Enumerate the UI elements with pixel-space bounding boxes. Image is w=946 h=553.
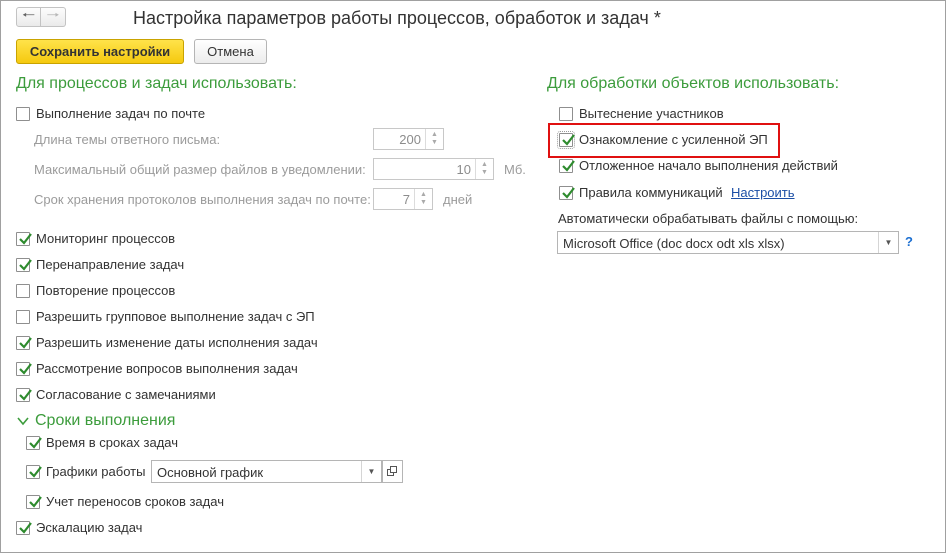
- cancel-button[interactable]: Отмена: [194, 39, 267, 64]
- checkmark-icon: [19, 363, 32, 375]
- open-schedule-button[interactable]: [382, 460, 403, 483]
- checkmark-icon: [19, 522, 32, 534]
- option-label: Разрешить групповое выполнение задач с Э…: [36, 309, 315, 324]
- checkmark-icon: [29, 437, 42, 449]
- auto-files-select-value: Microsoft Office (doc docx odt xls xlsx): [563, 236, 785, 251]
- communication-rules-checkbox[interactable]: [559, 186, 575, 200]
- chevron-down-icon[interactable]: [16, 414, 30, 428]
- checkmark-icon: [562, 160, 575, 172]
- spin-arrows-icon[interactable]: ▲ ▼: [475, 159, 493, 179]
- checkmark-icon: [19, 337, 32, 349]
- reply-subject-value: 200: [399, 132, 421, 147]
- option-label: Перенаправление задач: [36, 257, 185, 272]
- option-label: Отложенное начало выполнения действий: [579, 158, 838, 173]
- help-icon[interactable]: ?: [905, 234, 913, 249]
- approval-with-remarks-checkbox[interactable]: [16, 388, 32, 402]
- schedules-checkbox[interactable]: [26, 465, 42, 479]
- option-label: Повторение процессов: [36, 283, 176, 298]
- reply-subject-input[interactable]: 200 ▲ ▼: [373, 128, 444, 150]
- postponements-checkbox[interactable]: [26, 495, 42, 509]
- deferred-start-checkbox[interactable]: [559, 159, 575, 173]
- group-execution-checkbox[interactable]: [16, 310, 30, 324]
- change-due-date-checkbox[interactable]: [16, 336, 32, 350]
- repeat-processes-checkbox[interactable]: [16, 284, 30, 298]
- escalation-checkbox[interactable]: [16, 521, 32, 535]
- option-label: Мониторинг процессов: [36, 231, 176, 246]
- schedule-select[interactable]: Основной график ▼: [151, 460, 382, 483]
- max-files-unit: Мб.: [504, 162, 526, 177]
- option-label: Ознакомление с усиленной ЭП: [579, 132, 768, 147]
- checkmark-icon: [562, 187, 575, 199]
- max-files-input[interactable]: 10 ▲ ▼: [373, 158, 494, 180]
- checkmark-icon: [29, 496, 42, 508]
- log-retention-unit: дней: [443, 192, 473, 207]
- checkmark-icon: [562, 134, 575, 146]
- deadlines-group-header[interactable]: Сроки выполнения: [35, 412, 175, 430]
- time-in-deadlines-label: Время в сроках задач: [46, 435, 179, 450]
- max-files-value: 10: [456, 162, 471, 177]
- option-label: Рассмотрение вопросов выполнения задач: [36, 361, 298, 376]
- spin-arrows-icon[interactable]: ▲ ▼: [425, 129, 443, 149]
- schedules-label: Графики работы: [46, 464, 146, 479]
- open-window-icon: [387, 466, 397, 476]
- log-retention-label: Срок хранения протоколов выполнения зада…: [34, 192, 371, 207]
- configure-link[interactable]: Настроить: [731, 185, 795, 200]
- dropdown-arrow-icon[interactable]: ▼: [361, 461, 381, 482]
- auto-files-label: Автоматически обрабатывать файлы с помощ…: [558, 211, 859, 226]
- processes-section-header: Для процессов и задач использовать:: [16, 75, 297, 92]
- log-retention-value: 7: [402, 192, 410, 207]
- auto-files-select[interactable]: Microsoft Office (doc docx odt xls xlsx)…: [557, 231, 899, 254]
- forward-button[interactable]: 🠒: [41, 7, 66, 27]
- arrow-right-icon: 🠒: [46, 6, 60, 24]
- reply-subject-label: Длина темы ответного письма:: [34, 132, 221, 147]
- review-questions-checkbox[interactable]: [16, 362, 32, 376]
- log-retention-input[interactable]: 7 ▲ ▼: [373, 188, 433, 210]
- monitoring-checkbox[interactable]: [16, 232, 32, 246]
- displace-participants-checkbox[interactable]: [559, 107, 573, 121]
- save-settings-button[interactable]: Сохранить настройки: [16, 39, 184, 64]
- objects-section-header: Для обработки объектов использовать:: [547, 75, 840, 92]
- mail-tasks-label: Выполнение задач по почте: [36, 106, 206, 121]
- page-title: Настройка параметров работы процессов, о…: [133, 8, 661, 28]
- checkmark-icon: [19, 389, 32, 401]
- arrow-left-icon: 🠐: [21, 6, 36, 24]
- schedule-select-value: Основной график: [157, 465, 264, 480]
- time-in-deadlines-checkbox[interactable]: [26, 436, 42, 450]
- spin-arrows-icon[interactable]: ▲ ▼: [414, 189, 432, 209]
- checkmark-icon: [29, 466, 42, 478]
- option-label: Правила коммуникаций: [579, 185, 723, 200]
- option-label: Согласование с замечаниями: [36, 387, 216, 402]
- checkmark-icon: [19, 233, 32, 245]
- back-button[interactable]: 🠐: [16, 7, 41, 27]
- checkmark-icon: [19, 259, 32, 271]
- dropdown-arrow-icon[interactable]: ▼: [878, 232, 898, 253]
- redirect-checkbox[interactable]: [16, 258, 32, 272]
- option-label: Вытеснение участников: [579, 106, 724, 121]
- escalation-label: Эскалацию задач: [36, 520, 143, 535]
- enhanced-signature-checkbox[interactable]: [557, 131, 575, 149]
- max-files-label: Максимальный общий размер файлов в уведо…: [34, 162, 366, 177]
- settings-window: 🠐 🠒 Настройка параметров работы процессо…: [0, 0, 946, 553]
- mail-tasks-checkbox[interactable]: [16, 107, 30, 121]
- option-label: Разрешить изменение даты исполнения зада…: [36, 335, 318, 350]
- postponements-label: Учет переносов сроков задач: [46, 494, 224, 509]
